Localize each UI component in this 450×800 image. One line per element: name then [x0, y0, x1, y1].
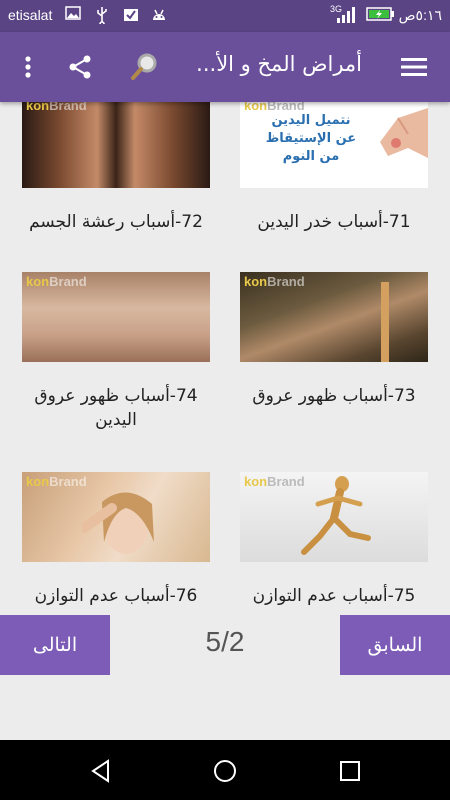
- thumbnail-text: نتميل اليدين عن الإستيقاظ من النوم: [265, 113, 357, 164]
- back-icon[interactable]: [88, 758, 114, 784]
- article-card-71[interactable]: konBrand نتميل اليدين عن الإستيقاظ من ال…: [240, 102, 428, 252]
- article-card-73[interactable]: konBrand 73-أسباب ظهور عروق: [240, 272, 428, 442]
- status-bar: etisalat 3G ٥:١٦ص: [0, 0, 450, 32]
- article-thumbnail: konBrand: [22, 272, 210, 362]
- android-debug-icon: [150, 6, 168, 24]
- search-icon[interactable]: [126, 49, 162, 85]
- article-title: 76-أسباب عدم التوازن: [34, 586, 198, 606]
- article-title: 75-أسباب عدم التوازن: [252, 586, 416, 606]
- article-title: 72-أسباب رعشة الجسم: [29, 212, 203, 232]
- article-title: 74-أسباب ظهور عروق اليدين: [34, 386, 198, 430]
- watermark-logo: konBrand: [244, 274, 305, 289]
- next-button[interactable]: التالى: [0, 615, 110, 675]
- checkmark-notification-icon: [122, 6, 140, 24]
- home-icon[interactable]: [212, 758, 238, 784]
- article-thumbnail: konBrand: [240, 272, 428, 362]
- app-bar: أمراض المخ و الأ...: [0, 32, 450, 102]
- app-title: أمراض المخ و الأ...: [196, 52, 362, 76]
- system-navigation-bar: [0, 740, 450, 800]
- battery-charging-icon: [366, 6, 396, 24]
- previous-button[interactable]: السابق: [340, 615, 450, 675]
- woman-image: [82, 492, 154, 554]
- hand-image: [380, 108, 428, 158]
- watermark-logo: konBrand: [26, 474, 87, 489]
- article-thumbnail: konBrand: [22, 102, 210, 188]
- articles-grid: konBrand نتميل اليدين عن الإستيقاظ من ال…: [0, 102, 450, 614]
- article-card-74[interactable]: konBrand 74-أسباب ظهور عروق اليدين: [22, 272, 210, 442]
- menu-icon[interactable]: [396, 49, 432, 85]
- usb-icon: [93, 6, 111, 27]
- carrier-label: etisalat: [8, 7, 53, 23]
- article-thumbnail: konBrand: [22, 472, 210, 562]
- watermark-logo: konBrand: [26, 102, 87, 113]
- overflow-menu-icon[interactable]: [10, 49, 46, 85]
- cane-image: [381, 282, 389, 362]
- page-indicator: 5/2: [205, 626, 245, 657]
- article-card-75[interactable]: konBrand 75-أسباب عدم التوازن: [240, 472, 428, 614]
- watermark-logo: konBrand: [26, 274, 87, 289]
- pagination-bar: التالى 5/2 السابق: [0, 614, 450, 676]
- article-title: 71-أسباب خدر اليدين: [257, 212, 411, 232]
- article-title: 73-أسباب ظهور عروق: [252, 386, 416, 406]
- article-card-76[interactable]: konBrand 76-أسباب عدم التوازن: [22, 472, 210, 614]
- article-thumbnail: konBrand: [240, 472, 428, 562]
- recent-apps-icon[interactable]: [337, 758, 363, 784]
- gallery-icon: [64, 6, 82, 24]
- article-card-72[interactable]: konBrand 72-أسباب رعشة الجسم: [22, 102, 210, 252]
- signal-strength-icon: [335, 6, 355, 24]
- wooden-figure-image: [301, 476, 371, 555]
- article-thumbnail: konBrand نتميل اليدين عن الإستيقاظ من ال…: [240, 102, 428, 188]
- clock-label: ٥:١٦ص: [398, 7, 442, 23]
- share-icon[interactable]: [62, 49, 98, 85]
